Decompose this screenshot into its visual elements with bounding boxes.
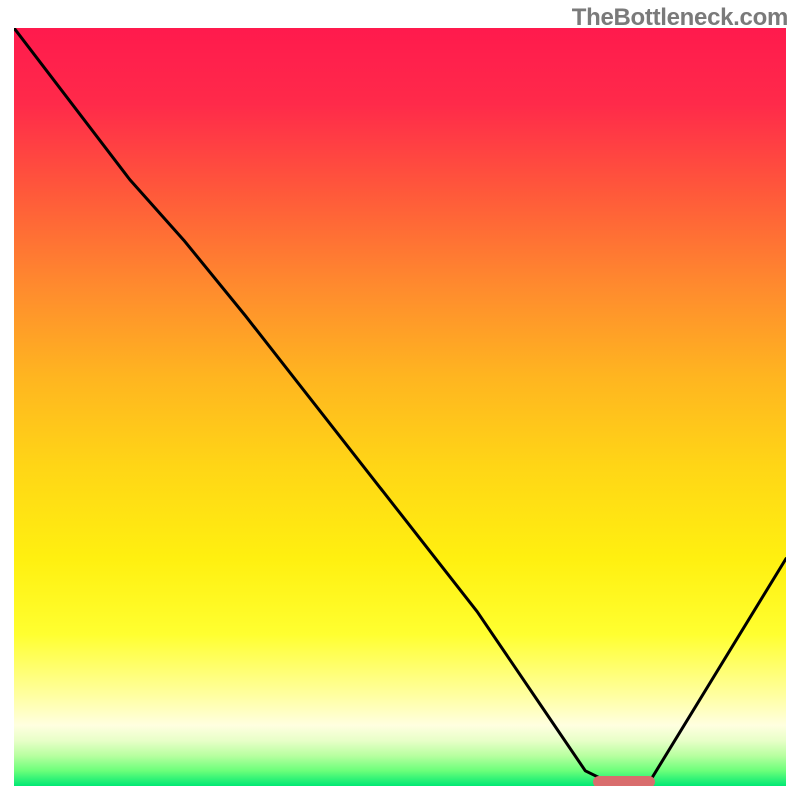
chart-frame: TheBottleneck.com [0, 0, 800, 800]
optimal-range-marker [593, 776, 655, 786]
plot-area [14, 28, 786, 786]
bottleneck-curve [14, 28, 786, 786]
